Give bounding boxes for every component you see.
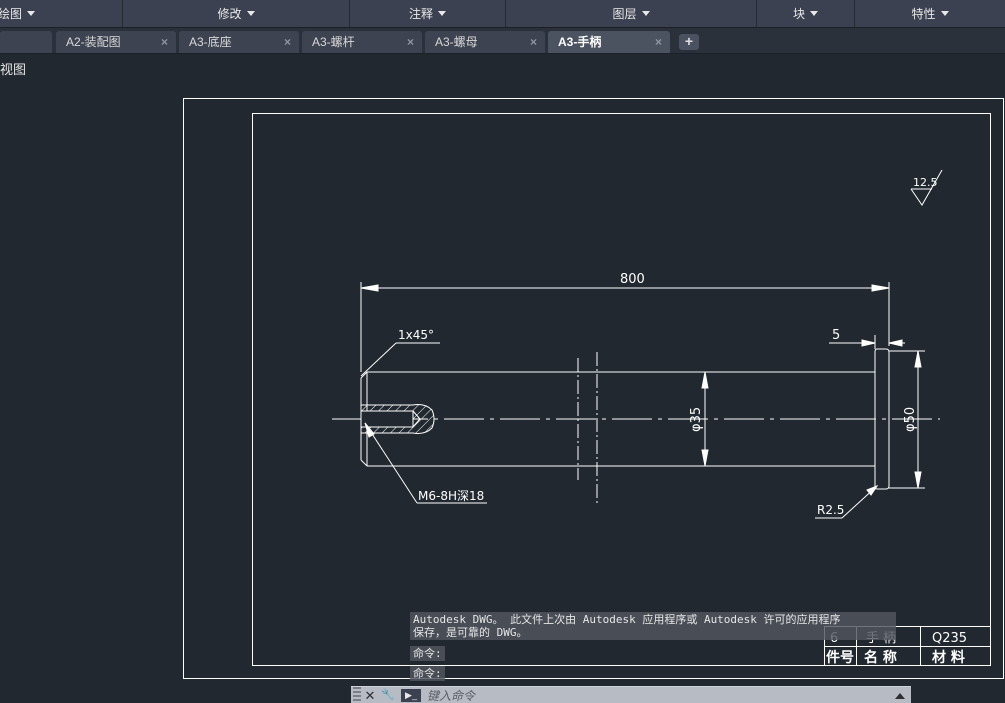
autocad-window: 绘图 修改 注释 图层 块 特性 A2-装配图 × A3-底座 × A3-螺杆 [0, 0, 1005, 703]
sheet-inner-border [252, 113, 991, 666]
command-message-line: Autodesk DWG。 此文件上次由 Autodesk 应用程序或 Auto… [413, 613, 841, 626]
roughness-value: 12.5 [913, 176, 938, 189]
model-space-drawing[interactable]: 12.5 800 1x45° 5 φ35 φ50 M6-8H深18 R2.5 Q… [0, 0, 1005, 703]
title-block-material: Q235 [932, 631, 967, 646]
handle-part-outline [360, 348, 890, 503]
command-history: Autodesk DWG。 此文件上次由 Autodesk 应用程序或 Auto… [410, 612, 896, 681]
drag-handle[interactable] [353, 687, 361, 703]
dimension-length [360, 282, 890, 372]
command-prompt-line: 命令: [410, 666, 445, 681]
command-line-bar: ✕ 🔧 ▶_ [351, 686, 911, 703]
close-icon[interactable]: ✕ [361, 687, 379, 703]
dimension-shoulder-text: 5 [832, 328, 840, 343]
command-prompt-icon[interactable]: ▶_ [401, 689, 421, 702]
command-input[interactable] [427, 688, 895, 703]
dimension-head-diameter-text: φ50 [903, 407, 918, 432]
command-prompt-line: 命令: [410, 646, 445, 661]
command-message-line: 保存，是可靠的 DWG。 [413, 626, 528, 639]
chamfer-leader [360, 342, 440, 377]
chevron-up-icon[interactable] [895, 692, 905, 699]
dimension-length-text: 800 [620, 272, 645, 287]
dimension-shaft-diameter-text: φ35 [689, 407, 704, 432]
thread-text: M6-8H深18 [418, 489, 484, 503]
command-message: Autodesk DWG。 此文件上次由 Autodesk 应用程序或 Auto… [410, 612, 896, 640]
dimension-shoulder [829, 335, 905, 349]
wrench-icon[interactable]: 🔧 [379, 687, 397, 703]
title-block-header-material: 材 料 [932, 649, 965, 666]
threaded-hole-section [360, 404, 435, 434]
chamfer-text: 1x45° [398, 328, 434, 342]
sheet-outer-border [183, 98, 1004, 679]
radius-text: R2.5 [817, 503, 844, 517]
